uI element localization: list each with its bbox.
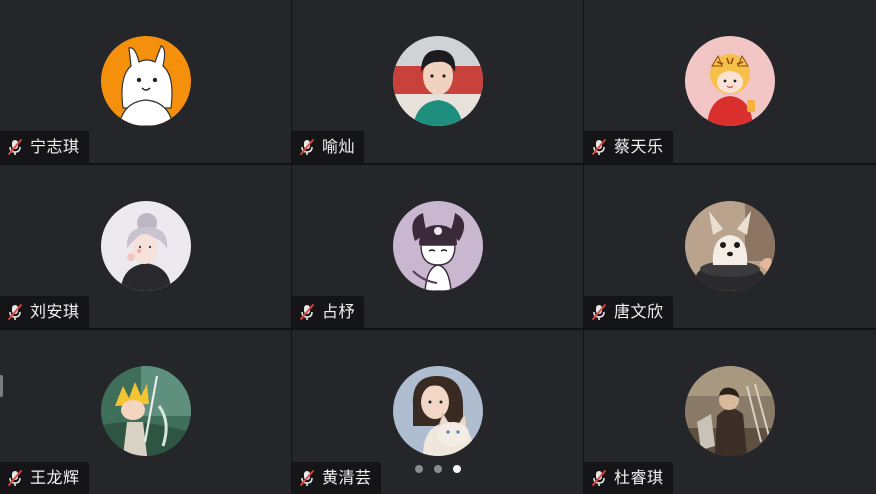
participant-name-tag: 占杼 (292, 296, 365, 328)
page-dot[interactable] (434, 465, 442, 473)
muted-microphone-icon (300, 304, 314, 320)
cartoon-rabbit-avatar (100, 36, 191, 126)
participant-name: 宁志琪 (30, 137, 80, 156)
participant-name-tag: 宁志琪 (0, 131, 89, 163)
participant-name: 喻灿 (322, 137, 356, 156)
tiger-costume-girl-avatar (685, 36, 775, 126)
participant-tile[interactable]: 唐文欣 (584, 165, 876, 328)
muted-microphone-icon (300, 139, 314, 155)
participant-tile[interactable]: 蔡天乐 (584, 0, 876, 163)
participant-name-tag: 刘安琪 (0, 296, 89, 328)
page-indicator (0, 465, 876, 475)
participant-tile[interactable]: 占杼 (292, 165, 583, 328)
participant-name: 唐文欣 (614, 302, 664, 321)
girl-with-cat-avatar (392, 366, 483, 456)
participant-tile[interactable]: 刘安琪 (0, 165, 291, 328)
page-dot[interactable] (415, 465, 423, 473)
participant-name-tag: 蔡天乐 (584, 131, 673, 163)
muted-microphone-icon (592, 139, 606, 155)
people-photo-avatar (685, 366, 775, 456)
participant-tile[interactable]: 宁志琪 (0, 0, 291, 163)
participant-name-tag: 唐文欣 (584, 296, 673, 328)
participant-name: 占杼 (322, 302, 356, 321)
previous-page-handle[interactable] (0, 375, 3, 397)
participant-name-tag: 喻灿 (292, 131, 365, 163)
illustrated-girl-avatar (100, 201, 191, 291)
kuromi-avatar (392, 201, 483, 291)
puppy-photo-avatar (685, 201, 775, 291)
participant-name: 刘安琪 (30, 302, 80, 321)
muted-microphone-icon (8, 304, 22, 320)
video-grid: 宁志琪 喻灿 蔡天乐 刘安琪 占杼 唐文欣 王龙辉 黄清芸 杜睿琪 (0, 0, 876, 494)
anime-character-avatar (100, 366, 191, 456)
participant-name: 蔡天乐 (614, 137, 664, 156)
young-man-photo-avatar (392, 36, 483, 126)
participant-tile[interactable]: 喻灿 (292, 0, 583, 163)
muted-microphone-icon (592, 304, 606, 320)
page-dot-active[interactable] (453, 465, 461, 473)
muted-microphone-icon (8, 139, 22, 155)
